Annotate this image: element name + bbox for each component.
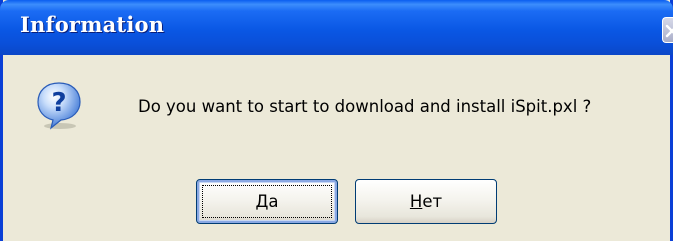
window-title: Information — [20, 12, 165, 37]
yes-button[interactable]: Да — [196, 179, 338, 224]
focus-ring — [202, 185, 332, 218]
dialog-window: Information ? Do you want to start to do… — [0, 0, 673, 241]
question-icon: ? — [37, 82, 81, 130]
no-mnemonic: Н — [409, 192, 423, 211]
no-button-label: Нет — [410, 192, 442, 211]
svg-text:?: ? — [51, 88, 66, 118]
title-bar[interactable]: Information — [0, 0, 673, 55]
dialog-body: ? Do you want to start to download and i… — [3, 55, 670, 241]
dialog-message: Do you want to start to download and ins… — [138, 97, 592, 116]
no-button[interactable]: Нет — [355, 179, 497, 224]
close-button[interactable] — [662, 17, 673, 43]
no-label-rest: ет — [422, 192, 443, 211]
close-icon — [665, 24, 673, 38]
